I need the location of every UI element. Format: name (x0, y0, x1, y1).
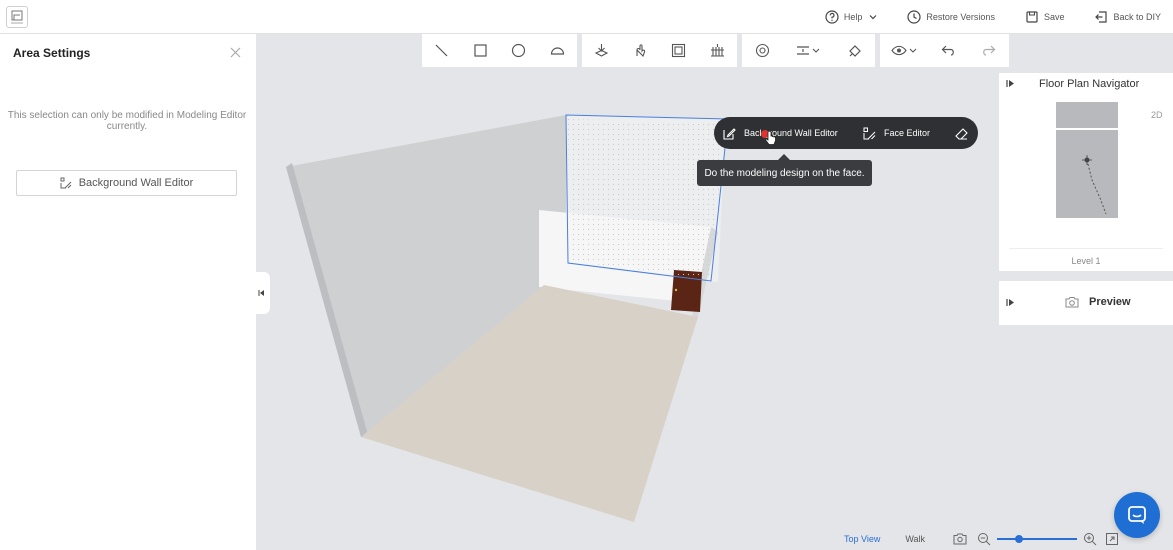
help-label: Help (843, 12, 863, 22)
chat-icon (1128, 506, 1146, 524)
wall-edit-icon (723, 127, 736, 140)
circle-tool[interactable] (508, 40, 530, 62)
camera-icon (1065, 297, 1079, 308)
collapse-left-icon (258, 290, 264, 296)
draw-tools-group (422, 34, 577, 67)
view-tools-group (880, 34, 1009, 67)
background-wall-editor-button[interactable]: Background Wall Editor (16, 170, 237, 196)
paint-icon (848, 45, 861, 57)
door-knob (674, 288, 678, 292)
undo-button[interactable] (937, 40, 959, 62)
restore-versions-button[interactable]: Restore Versions (907, 10, 995, 24)
line-icon (435, 44, 448, 57)
back-label: Back to DIY (1113, 12, 1161, 22)
fit-view-icon[interactable] (1105, 532, 1119, 546)
level-label[interactable]: Level 1 (999, 256, 1173, 266)
top-bar: Help Restore Versions Save Back to DIY (0, 0, 1173, 34)
clock-icon (907, 10, 922, 24)
navigator-divider (1009, 248, 1163, 249)
redo-button[interactable] (978, 40, 1000, 62)
expand-icon[interactable] (1006, 298, 1015, 307)
snap-tool[interactable] (752, 40, 774, 62)
panel-title: Area Settings (13, 46, 91, 60)
rectangle-tool[interactable] (469, 40, 491, 62)
zoom-in-icon[interactable] (1083, 532, 1097, 546)
navigator-2d-toggle[interactable]: 2D (1151, 110, 1163, 120)
expand-icon[interactable] (1006, 79, 1015, 88)
hand-tool[interactable] (629, 40, 651, 62)
face-editor-label: Face Editor (884, 128, 931, 138)
visibility-tool[interactable] (889, 40, 919, 62)
fence-tool[interactable] (707, 40, 729, 62)
extrude-icon (594, 44, 609, 57)
face-editor-icon (863, 127, 876, 139)
close-icon[interactable] (230, 47, 241, 58)
save-icon (1026, 11, 1038, 23)
fence-icon (711, 44, 725, 57)
hand-cursor-icon (765, 131, 776, 145)
save-label: Save (1043, 12, 1065, 22)
face-grid (568, 119, 726, 279)
area-settings-panel: Area Settings This selection can only be… (0, 34, 256, 550)
face-editor-button[interactable]: Face Editor (855, 117, 945, 149)
frame-icon (672, 43, 686, 58)
screenshot-icon[interactable] (953, 532, 967, 546)
preview-label: Preview (1089, 296, 1131, 308)
save-button[interactable]: Save (1025, 10, 1065, 24)
walk-button[interactable]: Walk (905, 534, 925, 544)
arc-icon (551, 47, 565, 55)
paint-tool[interactable] (843, 40, 865, 62)
align-icon (797, 46, 820, 55)
background-wall-editor-label: Background Wall Editor (78, 177, 194, 189)
panel-note: This selection can only be modified in M… (7, 110, 247, 132)
preview-button[interactable]: Preview (1065, 296, 1131, 308)
zoom-slider[interactable] (997, 535, 1078, 543)
context-background-wall-label: Background Wall Editor (744, 128, 838, 138)
eraser-button[interactable] (945, 117, 968, 149)
arc-tool[interactable] (547, 40, 569, 62)
floor-plan-map[interactable] (1056, 102, 1118, 218)
modify-tools-group (582, 34, 737, 67)
preview-panel: Preview (999, 281, 1173, 325)
help-icon (825, 10, 839, 24)
frame-tool[interactable] (668, 40, 690, 62)
face-context-toolbar: Background Wall Editor Face Editor (714, 117, 978, 149)
line-tool[interactable] (430, 40, 452, 62)
circle-icon (512, 43, 526, 58)
zoom-out-icon[interactable] (977, 532, 991, 546)
sidebar-collapse-handle[interactable] (254, 272, 270, 314)
redo-icon (983, 45, 996, 56)
align-tools-group (742, 34, 875, 67)
chat-support-button[interactable] (1114, 492, 1160, 538)
rectangle-icon (474, 44, 487, 57)
context-background-wall-editor-button[interactable]: Background Wall Editor (714, 117, 855, 149)
snap-icon (756, 43, 770, 58)
top-view-button[interactable]: Top View (844, 534, 880, 544)
tooltip: Do the modeling design on the face. (697, 160, 872, 186)
exit-icon (1095, 11, 1108, 23)
help-menu[interactable]: Help (825, 10, 878, 24)
logo-icon (11, 10, 23, 24)
zoom-slider-thumb[interactable] (1014, 535, 1023, 543)
eraser-icon (955, 127, 968, 140)
chevron-down-icon (869, 15, 877, 20)
top-actions: Help Restore Versions Save Back to DIY (795, 0, 1161, 34)
visibility-icon (891, 45, 917, 56)
restore-label: Restore Versions (926, 12, 995, 22)
hand-icon (636, 44, 645, 57)
undo-icon (941, 45, 954, 56)
floor-plan-navigator: Floor Plan Navigator 2D Level 1 (999, 73, 1173, 271)
wall-editor-icon (60, 177, 72, 189)
extrude-tool[interactable] (590, 40, 612, 62)
align-tool[interactable] (793, 40, 823, 62)
back-to-diy-button[interactable]: Back to DIY (1094, 10, 1161, 24)
app-logo[interactable] (6, 6, 28, 28)
navigator-title: Floor Plan Navigator (1039, 78, 1140, 90)
